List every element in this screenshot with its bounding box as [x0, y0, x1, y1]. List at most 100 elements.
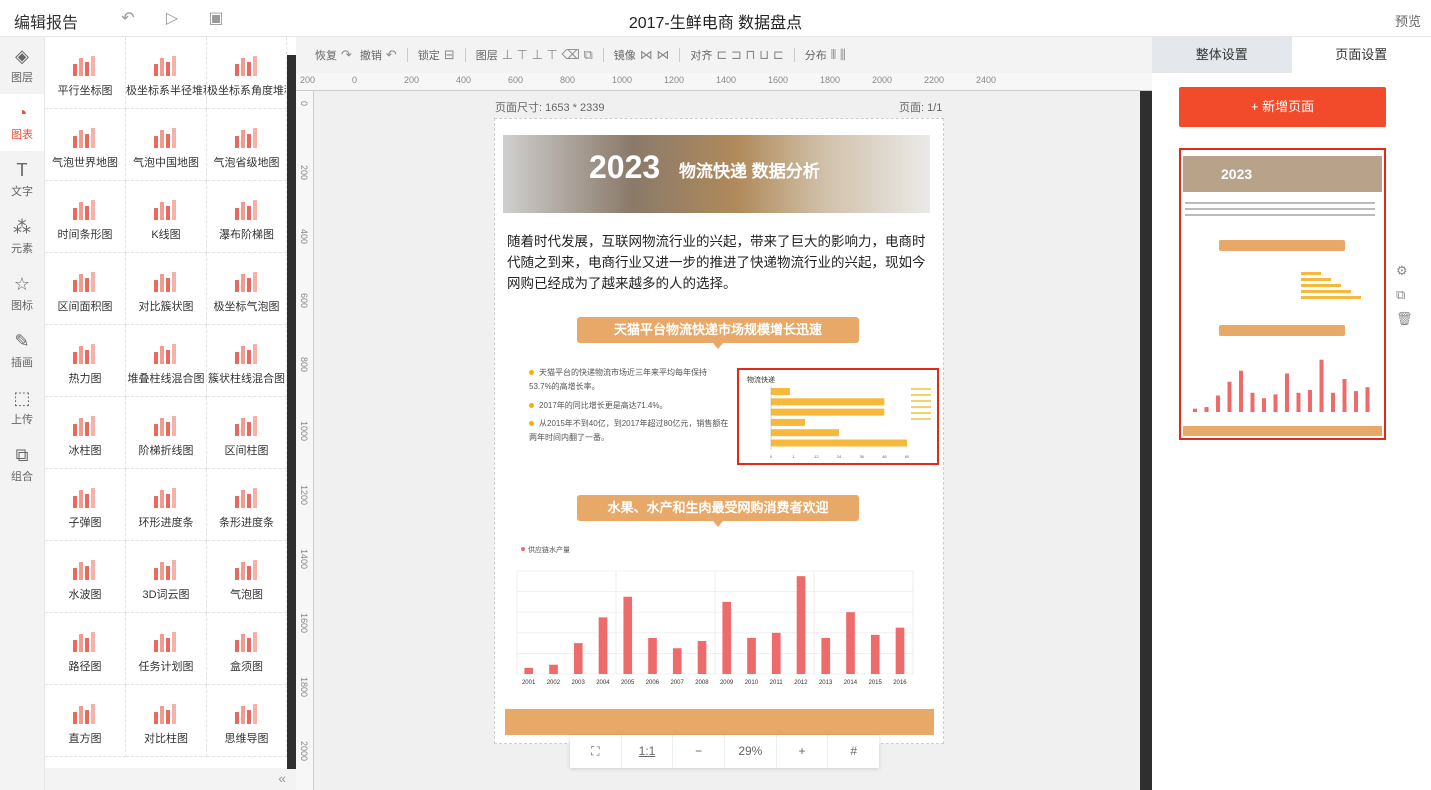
- ruler-tick-label: 0: [299, 101, 309, 107]
- fit-screen-button[interactable]: ⛶: [570, 735, 622, 768]
- sidebar-item-upload[interactable]: ⬚ 上传: [0, 379, 44, 436]
- chart-type-item[interactable]: 路径图: [45, 613, 126, 685]
- sidebar-item-star[interactable]: ☆ 图标: [0, 265, 44, 322]
- sidebar-item-label: 上传: [11, 414, 33, 426]
- x-tick-label: 24: [837, 454, 842, 459]
- gear-icon[interactable]: ⚙: [1396, 263, 1413, 279]
- chart-type-item[interactable]: 堆叠柱线混合图: [126, 325, 207, 397]
- sidebar-item-chart[interactable]: ◔ 图表: [0, 94, 44, 151]
- chart-type-item[interactable]: 水波图: [45, 541, 126, 613]
- sidebar-item-palette[interactable]: ✎ 插画: [0, 322, 44, 379]
- column-chart[interactable]: 供应链水产量 2001 2002 2003 2004 2005 2006 2007 2008 20…: [513, 539, 923, 689]
- column-bar: [623, 596, 633, 674]
- grid-toggle-button[interactable]: #: [828, 735, 879, 768]
- sidebar-item-text[interactable]: T 文字: [0, 151, 44, 208]
- ruler-tick-label: 1800: [299, 677, 309, 698]
- x-tick-label: 2012: [794, 680, 808, 686]
- section2-title[interactable]: 水果、水产和生肉最受网购消费者欢迎: [577, 495, 859, 527]
- panel-scrollbar[interactable]: [287, 55, 296, 769]
- column-bar: [870, 634, 880, 674]
- chart-type-item[interactable]: 簇状柱线混合图: [207, 325, 287, 397]
- chart-type-item[interactable]: 气泡中国地图: [126, 109, 207, 181]
- toolbar-layer-order-button[interactable]: 图层 ⊥ ⊤ ⊥ ⊤ ⌫ ⧉: [476, 47, 593, 63]
- chart-type-item[interactable]: 对比簇状图: [126, 253, 207, 325]
- chart-type-label: 思维导图: [224, 733, 269, 745]
- toolbar-distribute-button[interactable]: 分布 ⫴ ⫼: [805, 47, 846, 63]
- chart-type-item[interactable]: 时间条形图: [45, 181, 126, 253]
- chart-type-item[interactable]: 极坐标系角度堆积: [207, 37, 287, 109]
- sidebar-item-combine[interactable]: ⧉ 组合: [0, 436, 44, 493]
- chart-type-item[interactable]: 环形进度条: [126, 469, 207, 541]
- section1-title[interactable]: 天猫平台物流快递市场规模增长迅速: [577, 317, 859, 349]
- chart-type-item[interactable]: 气泡世界地图: [45, 109, 126, 181]
- trash-icon[interactable]: 🗑: [1396, 311, 1413, 327]
- chart-type-item[interactable]: 任务计划图: [126, 613, 207, 685]
- chart-type-item[interactable]: 瀑布阶梯图: [207, 181, 287, 253]
- page-footer[interactable]: [505, 709, 934, 735]
- toolbar-align-button[interactable]: 对齐 ⊏ ⊐ ⊓ ⊔ ⊏: [690, 47, 783, 63]
- tab-page-settings[interactable]: 页面设置: [1292, 37, 1431, 73]
- toolbar-lock-button[interactable]: 锁定 ⊟: [418, 47, 455, 63]
- sidebar-item-elements[interactable]: ⁂ 元素: [0, 208, 44, 265]
- toolbar-label: 镜像: [613, 50, 636, 62]
- chart-type-item[interactable]: 对比柱图: [126, 685, 207, 757]
- actual-size-button[interactable]: 1:1: [622, 735, 674, 768]
- chart-title: 物流快递: [747, 375, 775, 384]
- x-tick-label: 2010: [745, 680, 759, 686]
- thumb-pill: [1219, 240, 1345, 251]
- ruler-tick-label: 2000: [872, 75, 893, 85]
- chart-type-item[interactable]: 极坐标气泡图: [207, 253, 287, 325]
- copy-icon[interactable]: ⧉: [1396, 287, 1413, 303]
- chart-type-item[interactable]: 热力图: [45, 325, 126, 397]
- intro-paragraph[interactable]: 随着时代发展，互联网物流行业的兴起，带来了巨大的影响力，电商时代随之到来，电商行…: [507, 231, 935, 294]
- chart-type-icon: [146, 270, 186, 292]
- panel-footer: «: [45, 768, 296, 790]
- sidebar-item-layers[interactable]: ◈ 图层: [0, 37, 44, 94]
- toolbar-mirror-button[interactable]: 镜像 ⋈ ⋈: [614, 47, 670, 63]
- toolbar-redo-button[interactable]: 恢复 ↷: [315, 47, 352, 63]
- zoom-out-button[interactable]: −: [673, 735, 726, 768]
- x-tick-label: 48: [882, 454, 887, 459]
- bullet-item[interactable]: 2017年的同比增长更是高达71.4%。: [529, 399, 729, 413]
- collapse-icon[interactable]: «: [278, 770, 286, 786]
- column-chart-svg: 供应链水产量 2001 2002 2003 2004 2005 2006 2007 2008 20…: [516, 545, 914, 686]
- chart-type-item[interactable]: 气泡图: [207, 541, 287, 613]
- chart-type-item[interactable]: 平行坐标图: [45, 37, 126, 109]
- banner-image[interactable]: 2023 物流快递 数据分析: [503, 135, 930, 213]
- zoom-in-button[interactable]: +: [777, 735, 829, 768]
- chart-type-item[interactable]: 阶梯折线图: [126, 397, 207, 469]
- chart-type-label: 子弹图: [68, 517, 102, 529]
- chart-type-item[interactable]: 区间面积图: [45, 253, 126, 325]
- chart-type-icon: [227, 270, 267, 292]
- canvas-scrollbar[interactable]: [1140, 91, 1152, 790]
- chart-type-item[interactable]: 盒须图: [207, 613, 287, 685]
- banner-title: 物流快递 数据分析: [679, 162, 820, 181]
- chart-type-item[interactable]: K线图: [126, 181, 207, 253]
- chart-type-item[interactable]: 区间柱图: [207, 397, 287, 469]
- column-bar: [846, 612, 855, 674]
- chart-type-label: 盒须图: [230, 661, 263, 673]
- chart-type-item[interactable]: 冰柱图: [45, 397, 126, 469]
- legend-swatch: [911, 412, 931, 414]
- bullet-item[interactable]: 天猫平台的快递物流市场近三年来平均每年保持53.7%的高增长率。: [529, 366, 729, 394]
- page-thumbnail[interactable]: 2023: [1179, 148, 1386, 440]
- column-bar: [598, 617, 608, 674]
- bullet-item[interactable]: 从2015年不到40亿，到2017年超过80亿元，销售额在两年时间内翻了一番。: [529, 417, 729, 445]
- tab-global-settings[interactable]: 整体设置: [1152, 37, 1292, 73]
- add-page-button[interactable]: + 新增页面: [1179, 87, 1386, 127]
- selected-bar-chart[interactable]: 物流快递 0 1 12 24 36 48 60: [737, 368, 939, 465]
- report-page[interactable]: 2023 物流快递 数据分析 随着时代发展，互联网物流行业的兴起，带来了巨大的影…: [494, 118, 944, 744]
- chart-type-label: 任务计划图: [138, 661, 194, 673]
- chart-type-item[interactable]: 条形进度条: [207, 469, 287, 541]
- chart-type-item[interactable]: 3D词云图: [126, 541, 207, 613]
- chart-type-item[interactable]: 气泡省级地图: [207, 109, 287, 181]
- thumb-column: [1365, 387, 1370, 412]
- toolbar-undo-button[interactable]: 撤销 ↶: [360, 47, 397, 63]
- bullet-text: 2017年的同比增长更是高达71.4%。: [539, 401, 668, 410]
- chart-type-item[interactable]: 直方图: [45, 685, 126, 757]
- chart-type-item[interactable]: 思维导图: [207, 685, 287, 757]
- chart-type-item[interactable]: 子弹图: [45, 469, 126, 541]
- preview-button[interactable]: 预览: [1395, 11, 1421, 30]
- legend-swatch: [911, 418, 931, 420]
- chart-type-item[interactable]: 极坐标系半径堆积: [126, 37, 207, 109]
